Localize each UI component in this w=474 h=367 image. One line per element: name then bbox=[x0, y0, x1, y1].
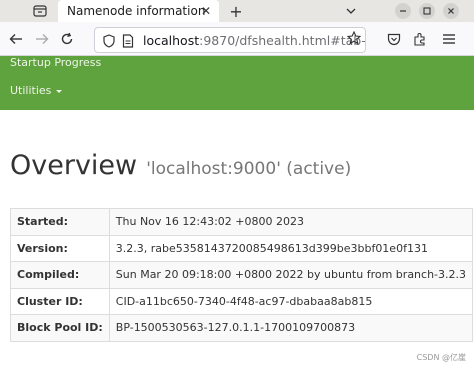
table-row: Version: 3.2.3, rabe5358143720085498613d… bbox=[10, 234, 474, 262]
list-all-tabs-icon[interactable] bbox=[343, 3, 359, 19]
reload-icon[interactable] bbox=[58, 30, 76, 48]
tab-list-icon[interactable] bbox=[30, 3, 50, 19]
table-row: Started: Thu Nov 16 12:43:02 +0800 2023 bbox=[10, 208, 474, 236]
nav-startup-progress[interactable]: Startup Progress bbox=[10, 56, 101, 69]
bookmark-star-icon[interactable] bbox=[345, 29, 363, 47]
page-title: Overview 'localhost:9000' (active) bbox=[10, 150, 351, 181]
namenode-info-table: Started: Thu Nov 16 12:43:02 +0800 2023 … bbox=[10, 208, 474, 342]
row-key: Started: bbox=[10, 208, 110, 236]
url-text[interactable]: localhost:9870/dfshealth.html#tab-ove bbox=[143, 33, 366, 48]
row-key: Compiled: bbox=[10, 261, 110, 289]
window-close-icon[interactable] bbox=[443, 3, 459, 19]
overview-title: Overview bbox=[10, 150, 138, 181]
active-tab[interactable]: Namenode information ✕ bbox=[58, 0, 219, 22]
overview-subtitle: 'localhost:9000' (active) bbox=[146, 159, 352, 179]
row-value: BP-1500530563-127.0.1.1-1700109700873 bbox=[108, 314, 474, 342]
close-tab-icon[interactable]: ✕ bbox=[199, 4, 213, 18]
tab-strip: Namenode information ✕ + bbox=[0, 0, 474, 22]
row-key: Cluster ID: bbox=[10, 287, 110, 315]
row-value: 3.2.3, rabe5358143720085498613d399be3bbf… bbox=[108, 234, 474, 262]
maximize-icon[interactable] bbox=[419, 3, 435, 19]
minimize-icon[interactable] bbox=[395, 3, 411, 19]
row-value: Thu Nov 16 12:43:02 +0800 2023 bbox=[108, 208, 474, 236]
pocket-icon[interactable] bbox=[385, 30, 403, 48]
extensions-icon[interactable] bbox=[411, 30, 429, 48]
table-row: Compiled: Sun Mar 20 09:18:00 +0800 2022… bbox=[10, 261, 474, 289]
page-info-icon[interactable] bbox=[120, 33, 136, 49]
url-host: localhost bbox=[143, 33, 200, 48]
row-key: Version: bbox=[10, 234, 110, 262]
nav-utilities-label: Utilities bbox=[10, 84, 52, 97]
menu-hamburger-icon[interactable] bbox=[440, 30, 458, 48]
table-row: Block Pool ID: BP-1500530563-127.0.1.1-1… bbox=[10, 314, 474, 342]
forward-arrow-icon[interactable] bbox=[33, 30, 51, 48]
browser-toolbar: localhost:9870/dfshealth.html#tab-ove bbox=[0, 22, 474, 56]
new-tab-icon[interactable]: + bbox=[226, 1, 246, 21]
row-value: CID-a11bc650-7340-4f48-ac97-dbabaa8ab815 bbox=[108, 287, 474, 315]
watermark: CSDN @亿崖 bbox=[416, 353, 466, 362]
row-value: Sun Mar 20 09:18:00 +0800 2022 by ubuntu… bbox=[108, 261, 474, 289]
url-path: :9870/dfshealth.html#tab-ove bbox=[199, 33, 366, 48]
back-arrow-icon[interactable] bbox=[7, 30, 25, 48]
table-row: Cluster ID: CID-a11bc650-7340-4f48-ac97-… bbox=[10, 287, 474, 315]
row-key: Block Pool ID: bbox=[10, 314, 110, 342]
nav-utilities-dropdown[interactable]: Utilities bbox=[10, 84, 63, 97]
address-bar[interactable]: localhost:9870/dfshealth.html#tab-ove bbox=[94, 27, 366, 53]
tab-title: Namenode information bbox=[67, 4, 206, 18]
page-navbar: Startup Progress Utilities bbox=[0, 56, 474, 110]
caret-down-icon bbox=[56, 89, 63, 93]
shield-icon[interactable] bbox=[101, 33, 117, 49]
